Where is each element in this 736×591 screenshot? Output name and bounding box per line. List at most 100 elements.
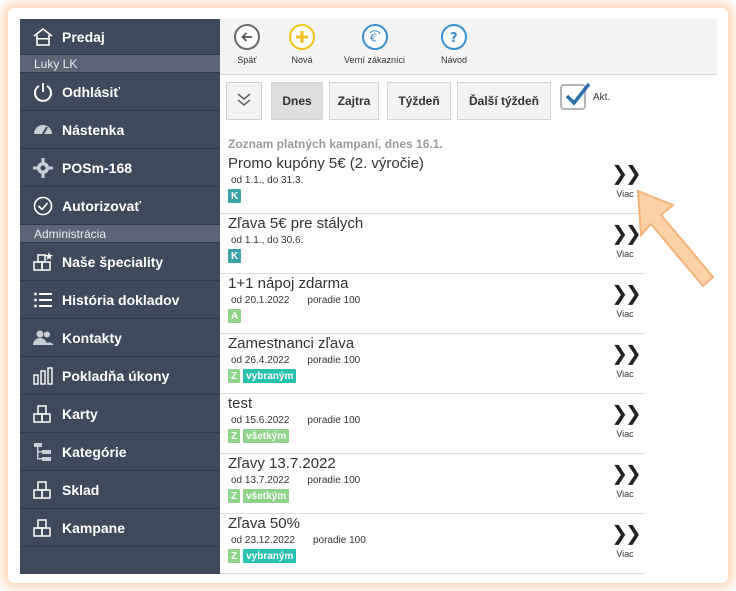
back-button[interactable]: Späť (234, 24, 260, 65)
sidebar-item-label: Pokladňa úkony (62, 367, 170, 384)
campaign-order: poradie 100 (312, 535, 366, 546)
week-button[interactable]: Týždeň (387, 82, 451, 120)
more-label: Viac (616, 549, 634, 559)
sidebar-item-categories[interactable]: Kategórie (20, 433, 220, 471)
more-button[interactable]: ❯❯ Viac (605, 404, 645, 439)
campaign-tags: Zvybraným (228, 549, 297, 563)
admin-section-label: Administrácia (20, 225, 220, 243)
more-button[interactable]: ❯❯ Viac (605, 224, 645, 259)
sidebar-item-contacts[interactable]: Kontakty (20, 319, 220, 357)
campaign-name: Zamestnanci zľava (228, 335, 355, 352)
sidebar-item-authorize[interactable]: Autorizovať (20, 187, 220, 225)
new-button[interactable]: Nová (289, 24, 315, 65)
svg-text:?: ? (450, 31, 458, 45)
toolbar: Späť Nová € Verní zákazníci ? Návod (220, 19, 717, 75)
campaign-period: od 1.1., do 30.6. (231, 235, 304, 246)
more-label: Viac (616, 189, 634, 199)
campaign-order: poradie 100 (307, 295, 361, 306)
campaign-tags: K (228, 189, 242, 203)
sidebar-item-stock[interactable]: Sklad (20, 471, 220, 509)
campaign-meta: od 1.1., do 31.3. (231, 175, 303, 186)
campaign-row[interactable]: Zľava 50% od 23.12.2022 poradie 100 Zvybran… (220, 514, 645, 574)
campaign-tags: Zvšetkým (228, 489, 290, 503)
cards-icon (32, 403, 54, 425)
sidebar-item-label: Autorizovať (62, 197, 142, 214)
tree-icon (32, 441, 54, 463)
dashboard-icon (32, 119, 54, 141)
campaign-row[interactable]: Promo kupóny 5€ (2. výročie) od 1.1., do … (220, 154, 645, 214)
campaign-tag: A (228, 309, 242, 323)
sidebar-item-history[interactable]: História dokladov (20, 281, 220, 319)
help-button[interactable]: ? Návod (441, 24, 467, 65)
list-title: Zoznam platných kampaní, dnes 16.1. (228, 137, 443, 151)
sidebar-item-dashboard[interactable]: Nástenka (20, 111, 220, 149)
expand-button[interactable] (226, 82, 262, 120)
sidebar-item-campaigns[interactable]: Kampane (20, 509, 220, 547)
double-chevron-right-icon: ❯❯ (611, 223, 641, 245)
question-icon: ? (441, 24, 467, 50)
sidebar-item-posm[interactable]: POSm-168 (20, 149, 220, 187)
sidebar-item-label: Karty (62, 405, 98, 422)
sidebar-item-cards[interactable]: Karty (20, 395, 220, 433)
contacts-icon (32, 327, 54, 349)
campaign-name: Zľavy 13.7.2022 (228, 455, 336, 472)
campaign-row[interactable]: 1+1 nápoj zdarma od 20.1.2022 poradie 100 A… (220, 274, 645, 334)
tomorrow-button[interactable]: Zajtra (329, 82, 379, 120)
stock-icon (32, 479, 54, 501)
campaign-row[interactable]: Zľava 5€ pre stálych od 1.1., do 30.6. K ❯❯… (220, 214, 645, 274)
more-button[interactable]: ❯❯ Viac (605, 524, 645, 559)
campaign-name: 1+1 nápoj zdarma (228, 275, 349, 292)
more-button[interactable]: ❯❯ Viac (605, 344, 645, 379)
more-button[interactable]: ❯❯ Viac (605, 164, 645, 199)
double-chevron-down-icon (234, 89, 254, 114)
campaign-row[interactable]: Zľavy 13.7.2022 od 13.7.2022 poradie 100 Zv… (220, 454, 645, 514)
campaign-period: od 13.7.2022 (231, 475, 290, 486)
active-label: Akt. (593, 92, 611, 103)
next-week-button[interactable]: Ďalší týždeň (457, 82, 551, 120)
more-button[interactable]: ❯❯ Viac (605, 284, 645, 319)
loyal-customers-button[interactable]: € Verní zákazníci (344, 24, 405, 65)
new-label: Nová (291, 55, 313, 65)
home-icon (32, 26, 54, 48)
campaign-meta: od 23.12.2022 poradie 100 (231, 535, 366, 546)
campaign-tag: Z (228, 369, 241, 383)
more-label: Viac (616, 429, 634, 439)
double-chevron-right-icon: ❯❯ (611, 403, 641, 425)
loyal-label: Verní zákazníci (344, 55, 406, 65)
today-button[interactable]: Dnes (271, 82, 323, 120)
sidebar-item-specialties[interactable]: Naše špeciality (20, 243, 220, 281)
campaign-tag: všetkým (243, 489, 290, 503)
double-chevron-right-icon: ❯❯ (611, 463, 641, 485)
campaign-period: od 23.12.2022 (231, 535, 295, 546)
sidebar-item-label: Kampane (62, 519, 126, 536)
campaign-row[interactable]: Zamestnanci zľava od 26.4.2022 poradie 100… (220, 334, 645, 394)
campaign-meta: od 1.1., do 30.6. (231, 235, 303, 246)
checkmark-icon (565, 82, 591, 106)
more-label: Viac (616, 489, 634, 499)
more-button[interactable]: ❯❯ Viac (605, 464, 645, 499)
campaign-tag: Z (228, 549, 241, 563)
campaign-meta: od 15.6.2022 poradie 100 (231, 415, 360, 426)
campaign-tags: K (228, 249, 242, 263)
active-checkbox[interactable] (560, 82, 591, 110)
pointer-arrow-annotation (636, 189, 715, 288)
sidebar-item-cashier[interactable]: Pokladňa úkony (20, 357, 220, 395)
campaign-period: od 20.1.2022 (231, 295, 290, 306)
campaign-row[interactable]: test od 15.6.2022 poradie 100 Zvšetkým ❯❯ Via… (220, 394, 645, 454)
help-label: Návod (441, 55, 468, 65)
sidebar-item-logout[interactable]: Odhlásiť (20, 73, 220, 111)
user-label: Luky LK (20, 55, 220, 73)
campaign-meta: od 13.7.2022 poradie 100 (231, 475, 360, 486)
campaign-tags: Zvšetkým (228, 429, 290, 443)
campaign-period: od 15.6.2022 (231, 415, 290, 426)
campaign-meta: od 20.1.2022 poradie 100 (231, 295, 360, 306)
campaigns-icon (32, 517, 54, 539)
campaign-tags: Zvybraným (228, 369, 297, 383)
sidebar-item-sales[interactable]: Predaj (20, 19, 220, 55)
double-chevron-right-icon: ❯❯ (611, 283, 641, 305)
date-filter-bar: Dnes Zajtra Týždeň Ďalší týždeň Akt. (220, 76, 717, 136)
sidebar-item-label: Sklad (62, 481, 100, 498)
specialties-icon (32, 251, 54, 273)
double-chevron-right-icon: ❯❯ (611, 343, 641, 365)
sidebar-item-label: História dokladov (62, 291, 180, 308)
